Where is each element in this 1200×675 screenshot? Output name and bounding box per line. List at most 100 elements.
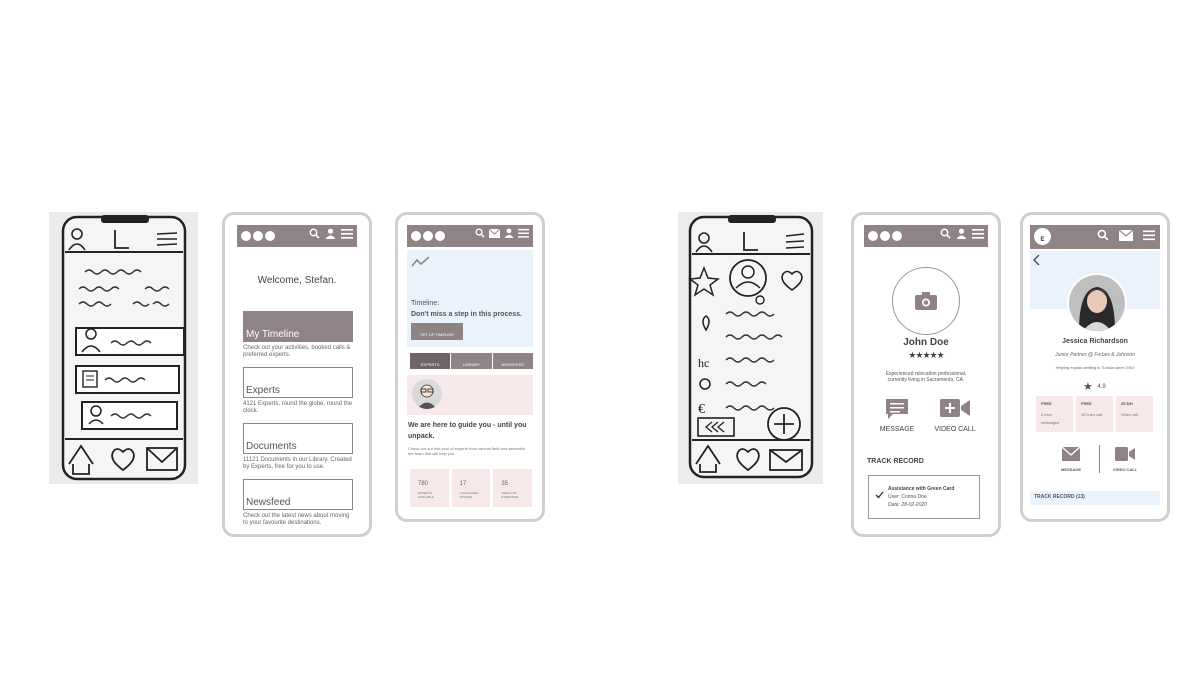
offer-price: 25 $/H (1121, 401, 1133, 406)
my-timeline-label: My Timeline (246, 329, 300, 340)
trend-line-icon (411, 256, 430, 267)
tab-newsfeed[interactable]: NEWSFEED (491, 353, 533, 369)
wireframe-expert-detail-screen: E Jessica Richardson Junior Partner @ Fo… (1020, 212, 1170, 522)
hand-sketch-profile: hc € (678, 212, 823, 484)
offer-card[interactable]: 25 $/H Video call (1116, 396, 1153, 432)
offer-description: Video call (1121, 412, 1139, 417)
search-icon[interactable] (475, 228, 485, 238)
newsfeed-button[interactable]: Newsfeed (243, 479, 353, 510)
logo-dots-icon[interactable] (241, 231, 275, 241)
set-up-timeline-label: SET UP TIMELINE (420, 332, 454, 337)
camera-icon (915, 292, 937, 310)
sketch-phone-drawing: hc € (688, 215, 814, 479)
tab-experts-label: EXPERTS (420, 362, 440, 367)
video-camera-icon (1115, 447, 1135, 461)
stat-label: AREAS OF EXPERTISE (501, 491, 519, 499)
documents-button[interactable]: Documents (243, 423, 353, 454)
back-arrow-icon[interactable] (1032, 254, 1040, 266)
profile-photo-placeholder[interactable] (892, 267, 960, 335)
offer-card[interactable]: FREE 15' intro call (1076, 396, 1113, 432)
set-up-timeline-button[interactable]: SET UP TIMELINE (411, 323, 463, 340)
offer-card[interactable]: FREE 2 intro messages (1036, 396, 1073, 432)
avatar-initial: E (1040, 237, 1045, 243)
record-date: Date: 28-02-2020 (888, 502, 927, 508)
experts-hero-card (407, 375, 533, 415)
experts-button[interactable]: Experts (243, 367, 353, 398)
avatar-illustration (417, 384, 437, 409)
expert-photo (1067, 273, 1127, 333)
logo-dots-icon[interactable] (411, 231, 445, 241)
search-icon[interactable] (940, 228, 951, 239)
menu-icon[interactable] (972, 228, 984, 239)
offer-description: 15' intro call (1081, 412, 1103, 417)
tab-experts[interactable]: EXPERTS (410, 353, 451, 369)
wireframe-dashboard-screen: Timeline: Don't miss a step in this proc… (395, 212, 545, 522)
top-nav-bar: E (1030, 225, 1160, 249)
tab-bar: EXPERTS LIBRARY NEWSFEED (410, 353, 533, 369)
experts-description: 4121 Experts, round the globe, round the… (243, 401, 353, 414)
user-icon[interactable] (325, 228, 336, 239)
track-record-card[interactable]: Assistance with Green Card User: Corina … (868, 475, 980, 519)
menu-icon[interactable] (518, 228, 529, 238)
stat-value: 780 (418, 481, 429, 487)
record-user: User: Corina Doe (888, 494, 927, 500)
message-action[interactable]: MESSAGE (1051, 447, 1091, 477)
offer-description: 2 intro messages (1041, 412, 1060, 425)
action-divider (1099, 445, 1100, 473)
hand-sketch-home (49, 212, 198, 484)
mail-icon[interactable] (1119, 229, 1133, 241)
welcome-heading: Welcome, Stefan. (257, 275, 337, 286)
user-icon[interactable] (956, 228, 967, 239)
mail-icon[interactable] (489, 228, 500, 238)
offer-price: FREE (1081, 401, 1092, 406)
rating-display: ★ 4.9 (1083, 377, 1123, 393)
expert-role: Junior Partner @ Forbes & Johnson (1055, 352, 1135, 358)
search-icon[interactable] (1097, 229, 1109, 241)
my-timeline-description: Check out your activities, booked calls … (243, 345, 351, 358)
video-camera-icon (940, 399, 970, 417)
stat-label: EXPERTS AVAILABLE (418, 491, 434, 499)
logo-dots-icon[interactable] (868, 231, 902, 241)
track-record-heading: TRACK RECORD (867, 458, 924, 465)
svg-text:€: € (698, 402, 705, 417)
track-record-heading: TRACK RECORD (13) (1034, 494, 1085, 500)
expert-name: Jessica Richardson (1062, 338, 1128, 345)
track-record-bar[interactable]: TRACK RECORD (13) (1030, 491, 1160, 505)
message-label: MESSAGE (879, 426, 915, 433)
documents-description: 11121 Documents in our Library. Created … (243, 457, 352, 470)
top-nav-bar (864, 225, 988, 247)
top-nav-bar (237, 225, 357, 247)
timeline-subtitle: Don't miss a step in this process. (411, 311, 522, 318)
tab-library[interactable]: LIBRARY (450, 353, 491, 369)
newsfeed-description: Check out the latest news about moving t… (243, 513, 350, 526)
checkmark-icon (875, 491, 884, 499)
record-title: Assistance with Green Card (888, 486, 955, 492)
my-timeline-button[interactable]: My Timeline (243, 311, 353, 342)
video-call-action[interactable]: VIDEO CALL (1103, 447, 1147, 477)
guide-description: Check out our hint pool of experts from … (408, 446, 526, 456)
menu-icon[interactable] (1143, 229, 1155, 241)
chat-bubble-icon (886, 399, 908, 419)
video-call-label: VIDEO CALL (1112, 467, 1138, 472)
sketch-phone-drawing (61, 215, 187, 481)
wireframe-home-screen: Welcome, Stefan. My Timeline Check out y… (222, 212, 372, 537)
menu-icon[interactable] (341, 228, 353, 239)
expert-name: John Doe (903, 337, 949, 348)
portrait-photo (1069, 275, 1125, 331)
documents-label: Documents (246, 441, 297, 452)
timeline-title: Timeline: (411, 300, 440, 307)
guide-heading: We are here to guide you - until you unp… (408, 422, 527, 440)
wireframe-expert-profile-screen: John Doe ★★★★★ Experienced relocation pr… (851, 212, 1001, 537)
video-call-action[interactable]: VIDEO CALL (928, 398, 982, 440)
envelope-icon (1062, 447, 1080, 461)
user-icon[interactable] (504, 228, 514, 238)
stat-card: 780 EXPERTS AVAILABLE (410, 469, 449, 507)
newsfeed-label: Newsfeed (246, 497, 291, 508)
svg-text:hc: hc (698, 356, 709, 370)
search-icon[interactable] (309, 228, 320, 239)
avatar[interactable]: E (1034, 228, 1051, 245)
message-action[interactable]: MESSAGE (874, 398, 920, 440)
tab-library-label: LIBRARY (462, 362, 481, 367)
offers-row: FREE 2 intro messages FREE 15' intro cal… (1036, 396, 1153, 432)
rating-value: 4.9 (1097, 384, 1106, 390)
